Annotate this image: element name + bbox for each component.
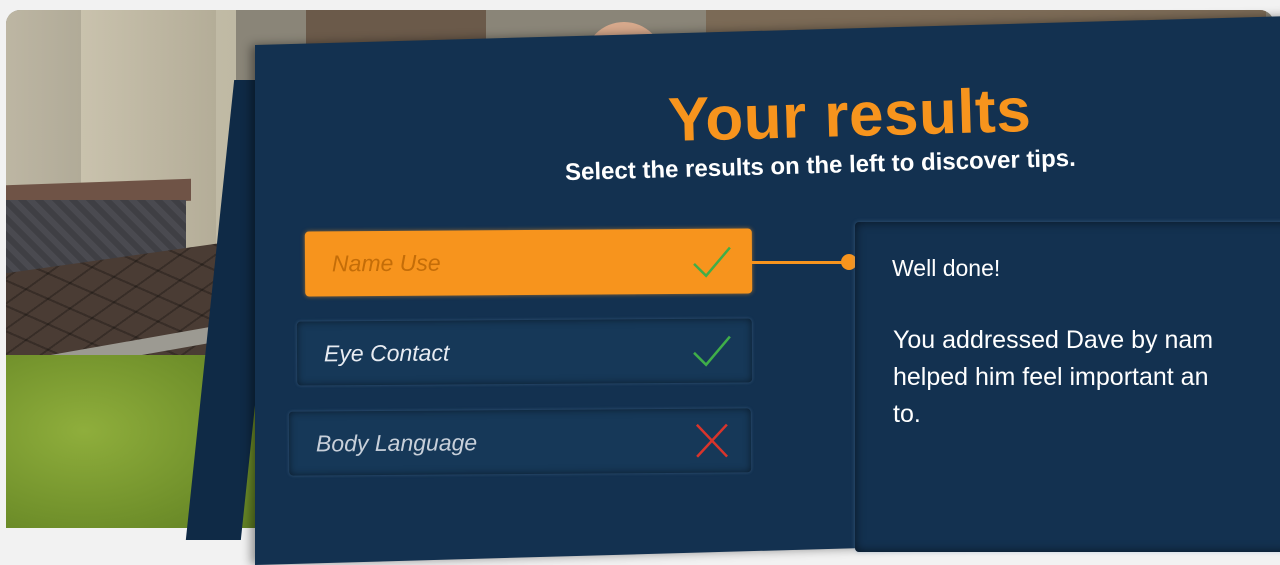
tip-body-line: You addressed Dave by nam [893, 326, 1214, 354]
result-button-name-use[interactable]: Name Use [304, 228, 753, 297]
result-label: Eye Contact [323, 339, 450, 366]
check-icon [693, 246, 731, 278]
selection-connector [752, 261, 848, 264]
result-label: Body Language [315, 428, 478, 456]
page-title: Your results [667, 75, 1033, 156]
tip-heading: Well done! [892, 255, 1001, 281]
result-button-eye-contact[interactable]: Eye Contact [296, 318, 753, 386]
result-label: Name Use [331, 249, 441, 277]
tip-body: You addressed Dave by nam helped him fee… [893, 322, 1280, 433]
tip-body-line: to. [893, 400, 921, 428]
check-icon [693, 335, 731, 367]
tip-body-line: helped him feel important an [893, 363, 1209, 391]
result-button-body-language[interactable]: Body Language [288, 408, 752, 476]
cross-icon [695, 423, 729, 458]
